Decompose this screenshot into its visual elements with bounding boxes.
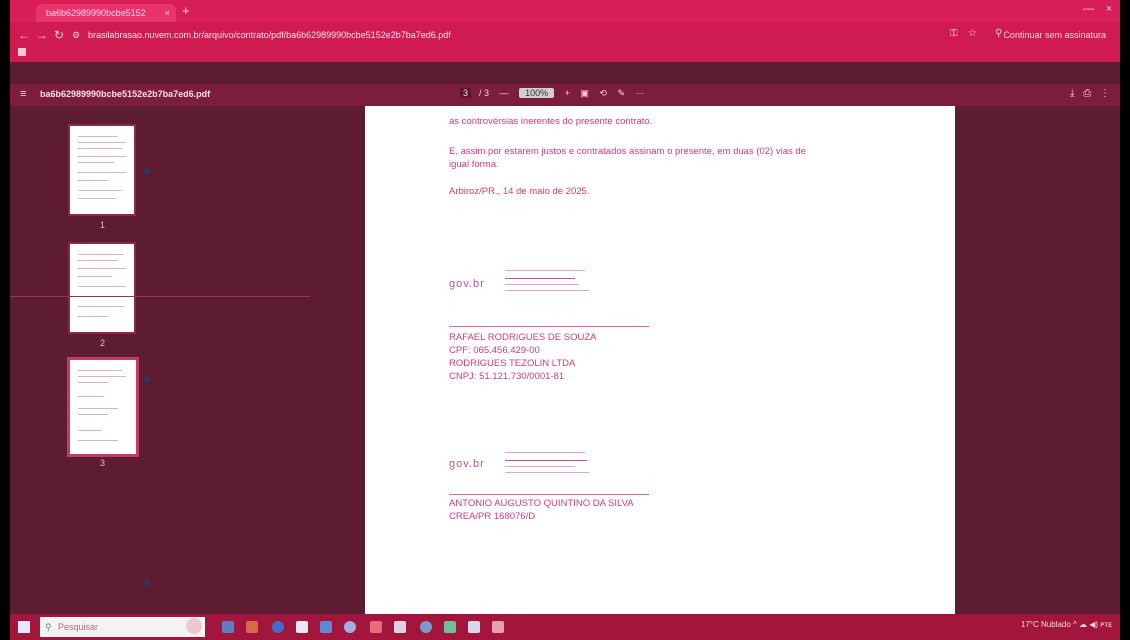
divider bbox=[10, 296, 310, 297]
close-window-button[interactable]: × bbox=[1106, 3, 1112, 15]
zoom-out-icon[interactable]: — bbox=[500, 88, 509, 98]
contract-text-line: E, assim por estarem justos e contratado… bbox=[449, 146, 806, 157]
thumbnail-label-3: 3 bbox=[100, 458, 106, 468]
marker-dot bbox=[144, 580, 150, 586]
taskbar-search[interactable]: ⚲ Pesquisar bbox=[40, 617, 205, 637]
print-icon[interactable]: ⎙ bbox=[1083, 88, 1091, 99]
marker-dot bbox=[144, 168, 150, 174]
tab-strip: ba6b62989990bcbe5152 × + — × bbox=[10, 0, 1120, 22]
apps-icon[interactable] bbox=[18, 48, 26, 56]
app-icon[interactable] bbox=[370, 621, 382, 633]
more-tools-icon[interactable]: ⋯ bbox=[636, 88, 645, 98]
page-total: / 3 bbox=[479, 88, 490, 98]
browser-tab[interactable]: ba6b62989990bcbe5152 × bbox=[36, 4, 176, 22]
tab-title: ba6b62989990bcbe5152 bbox=[46, 8, 146, 18]
widget-icon[interactable] bbox=[186, 618, 202, 634]
search-icon: ⚲ bbox=[45, 622, 52, 632]
profile-button[interactable]: Continuar sem assinatura bbox=[1003, 26, 1106, 44]
signature-stamp-line bbox=[505, 452, 585, 453]
page-thumbnail-2[interactable] bbox=[70, 244, 134, 332]
signature-stamp-line bbox=[505, 290, 589, 291]
signer-cpf: CPF: 065.456.429-00 bbox=[449, 345, 540, 356]
task-view-icon[interactable] bbox=[222, 621, 234, 633]
signer-name: ANTONIO AUGUSTO QUINTINO DA SILVA bbox=[449, 498, 634, 509]
chrome-icon[interactable] bbox=[344, 621, 356, 633]
site-info-icon[interactable]: ⚙ bbox=[72, 30, 80, 41]
edge-icon[interactable] bbox=[272, 621, 284, 633]
taskbar: ⚲ Pesquisar 17°C Nublado ^ ☁ ◀) ᴘᴛᴇ bbox=[10, 614, 1120, 640]
app-icon[interactable] bbox=[492, 621, 504, 633]
place-date: Arbiroz/PR., 14 de maio de 2025. bbox=[449, 186, 590, 197]
signature-stamp-line bbox=[505, 472, 589, 473]
pdf-toolbar: ≡ ba6b62989990bcbe5152e2b7ba7ed6.pdf 3 / … bbox=[10, 84, 1120, 106]
download-icon[interactable]: ⤓ bbox=[1070, 88, 1074, 99]
fit-page-icon[interactable]: ▣ bbox=[580, 88, 589, 98]
windows-start-icon[interactable] bbox=[18, 621, 30, 633]
screen: ba6b62989990bcbe5152 × + — × ← → ↻ ⚙ bra… bbox=[10, 0, 1120, 640]
pdf-filename: ba6b62989990bcbe5152e2b7ba7ed6.pdf bbox=[40, 89, 211, 99]
new-tab-button[interactable]: + bbox=[182, 4, 190, 18]
key-icon[interactable]: ⚿ bbox=[950, 28, 958, 39]
contract-text-line: igual forma. bbox=[449, 159, 499, 170]
minimize-button[interactable]: — bbox=[1083, 3, 1094, 15]
signature-stamp-line bbox=[505, 278, 575, 279]
zoom-in-icon[interactable]: + bbox=[565, 88, 570, 98]
star-icon[interactable]: ☆ bbox=[968, 28, 977, 39]
marker-dot bbox=[144, 376, 150, 382]
signature-stamp-line bbox=[505, 466, 575, 467]
contract-text-line: as controvérsias inerentes do presente c… bbox=[449, 116, 653, 127]
navigation-bar: ← → ↻ ⚙ brasilabrasao.nuvem.com.br/arqui… bbox=[10, 22, 1120, 62]
thumbnail-label-2: 2 bbox=[100, 338, 106, 348]
extensions-icon[interactable]: ⚲ bbox=[995, 28, 1002, 39]
thumbnail-sidebar: 1 2 3 bbox=[10, 106, 310, 614]
more-icon[interactable]: ⋮ bbox=[1100, 88, 1110, 99]
signature-stamp-line bbox=[505, 460, 587, 461]
page-number-input[interactable]: 3 bbox=[460, 88, 472, 98]
signature-line bbox=[449, 326, 649, 327]
forward-icon[interactable]: → bbox=[36, 28, 48, 42]
signer-crea: CREA/PR 168076/D bbox=[449, 511, 536, 522]
pdf-page: as controvérsias inerentes do presente c… bbox=[365, 106, 955, 620]
app-icon[interactable] bbox=[420, 621, 432, 633]
close-tab-icon[interactable]: × bbox=[165, 4, 170, 22]
rotate-icon[interactable]: ⟲ bbox=[599, 88, 607, 98]
menu-icon[interactable]: ≡ bbox=[20, 88, 26, 100]
back-icon[interactable]: ← bbox=[18, 28, 30, 42]
app-icon[interactable] bbox=[246, 621, 258, 633]
address-bar[interactable]: brasilabrasao.nuvem.com.br/arquivo/contr… bbox=[88, 26, 948, 44]
signature-line bbox=[449, 494, 649, 495]
app-icon[interactable] bbox=[444, 621, 456, 633]
signer-name: RAFAEL RODRIGUES DE SOUZA bbox=[449, 332, 597, 343]
reload-icon[interactable]: ↻ bbox=[54, 28, 64, 42]
explorer-icon[interactable] bbox=[296, 621, 308, 633]
system-tray[interactable]: 17°C Nublado ^ ☁ ◀) ᴘᴛᴇ bbox=[1021, 620, 1112, 629]
govbr-logo: gov.br bbox=[449, 458, 485, 470]
store-icon[interactable] bbox=[320, 621, 332, 633]
zoom-input[interactable]: 100% bbox=[519, 88, 555, 98]
signature-stamp-line bbox=[505, 284, 579, 285]
app-icon[interactable] bbox=[394, 621, 406, 633]
search-placeholder: Pesquisar bbox=[58, 622, 99, 632]
page-thumbnail-1[interactable] bbox=[70, 126, 134, 214]
pdf-controls: 3 / 3 — 100% + ▣ ⟲ ✎ ⋯ bbox=[460, 88, 653, 99]
signature-stamp-line bbox=[505, 270, 585, 271]
thumbnail-label-1: 1 bbox=[100, 220, 106, 230]
signer-company: RODRIGUES TEZOLIN LTDA bbox=[449, 358, 576, 369]
govbr-logo: gov.br bbox=[449, 278, 485, 290]
page-thumbnail-3[interactable] bbox=[70, 360, 136, 454]
signer-cnpj: CNPJ: 51.121.730/0001-81 bbox=[449, 371, 565, 382]
app-icon[interactable] bbox=[468, 621, 480, 633]
draw-icon[interactable]: ✎ bbox=[617, 88, 625, 98]
pdf-right-actions: ⤓ ⎙ ⋮ bbox=[1070, 88, 1110, 99]
